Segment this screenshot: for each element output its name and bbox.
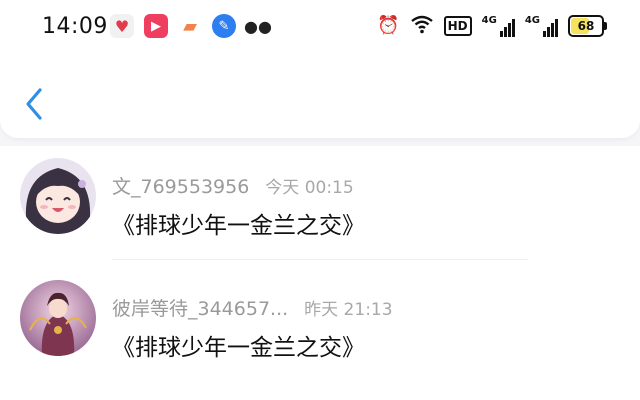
timestamp: 昨天 21:13: [304, 300, 393, 320]
battery-icon: 68: [568, 15, 607, 37]
list-item[interactable]: 彼岸等待_344657... 昨天 21:13 《排球少年一金兰之交》: [0, 268, 640, 378]
feather-icon: ✎: [212, 14, 236, 38]
comment-text[interactable]: 《排球少年一金兰之交》: [112, 328, 365, 362]
wechat-icon: ●●: [244, 14, 272, 38]
weibo-heart-icon: ♥: [110, 14, 134, 38]
game-controller-icon: ▰: [178, 14, 202, 38]
status-time: 14:09: [42, 14, 108, 39]
video-play-icon: ▶: [144, 14, 168, 38]
signal-4g-icon-2: 4G: [525, 15, 558, 37]
wifi-icon: [410, 14, 434, 38]
nav-header: [0, 58, 640, 138]
divider: [112, 259, 528, 260]
signal-4g-icon-1: 4G: [482, 15, 515, 37]
username[interactable]: 彼岸等待_344657...: [112, 294, 288, 321]
avatar[interactable]: [20, 158, 96, 234]
status-bar: 14:09 ♥ ▶ ▰ ✎ ●● ⏰ HD 4G 4G 68: [0, 0, 640, 58]
comment-meta: 彼岸等待_344657... 昨天 21:13: [112, 294, 393, 321]
comment-meta: 文_769553956 今天 00:15: [112, 172, 354, 199]
hd-voice-badge: HD: [443, 16, 472, 36]
screen: 14:09 ♥ ▶ ▰ ✎ ●● ⏰ HD 4G 4G 68 文_7695539…: [0, 0, 640, 400]
back-button[interactable]: [20, 84, 48, 124]
comment-text[interactable]: 《排球少年一金兰之交》: [112, 206, 365, 240]
chevron-left-icon: [26, 88, 42, 120]
username[interactable]: 文_769553956: [112, 172, 249, 199]
battery-percent: 68: [577, 19, 595, 33]
status-right: ⏰ HD 4G 4G 68: [377, 14, 607, 38]
alarm-icon: ⏰: [377, 15, 400, 36]
comment-list: 文_769553956 今天 00:15 《排球少年一金兰之交》 彼岸等待_34…: [0, 146, 640, 400]
timestamp: 今天 00:15: [265, 178, 354, 198]
avatar[interactable]: [20, 280, 96, 356]
notification-icons: ♥ ▶ ▰ ✎ ●●: [110, 14, 272, 38]
list-item[interactable]: 文_769553956 今天 00:15 《排球少年一金兰之交》: [0, 146, 640, 260]
